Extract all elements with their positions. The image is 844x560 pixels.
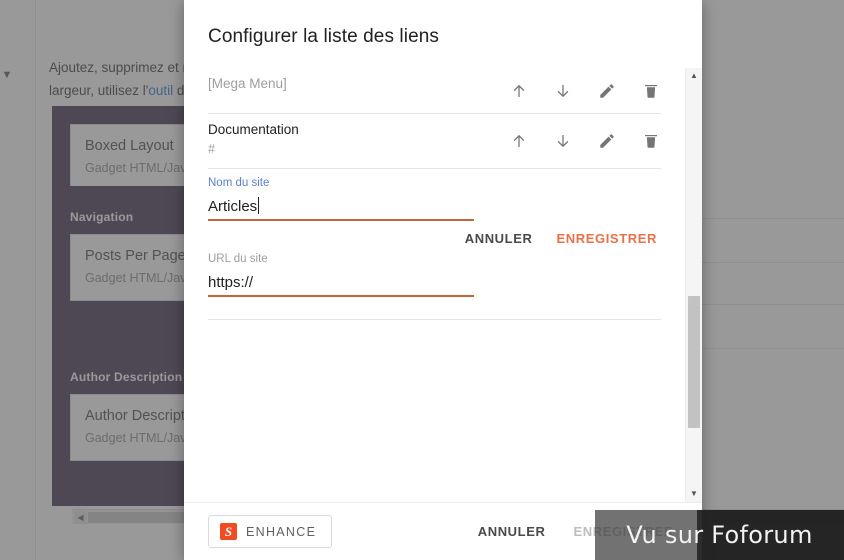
- trash-icon[interactable]: [641, 131, 661, 151]
- watermark: Vu sur Foforum: [595, 510, 844, 560]
- arrow-up-icon[interactable]: [509, 131, 529, 151]
- site-name-field-group: Nom du site Articles: [208, 175, 661, 221]
- scroll-up-arrow-icon[interactable]: ▲: [686, 68, 702, 84]
- scrollbar-thumb[interactable]: [688, 296, 700, 428]
- enhance-button[interactable]: ENHANCE: [208, 515, 333, 548]
- pencil-icon[interactable]: [597, 131, 617, 151]
- link-row[interactable]: [Mega Menu]: [208, 68, 661, 114]
- site-url-input[interactable]: https://: [208, 271, 474, 297]
- dialog-cancel-button[interactable]: ANNULER: [474, 518, 550, 545]
- trash-icon[interactable]: [641, 81, 661, 101]
- text-cursor: [258, 197, 260, 214]
- pencil-icon[interactable]: [597, 81, 617, 101]
- enhance-logo-icon: [220, 523, 237, 540]
- dialog-vertical-scrollbar[interactable]: ▲ ▼: [685, 68, 702, 502]
- enhance-button-label: ENHANCE: [246, 524, 317, 539]
- site-name-value: Articles: [208, 198, 258, 215]
- arrow-down-icon[interactable]: [553, 81, 573, 101]
- form-save-button[interactable]: ENREGISTRER: [552, 225, 661, 252]
- site-url-field-group: URL du site https://: [208, 251, 661, 297]
- arrow-up-icon[interactable]: [509, 81, 529, 101]
- site-name-label: Nom du site: [208, 177, 270, 189]
- dialog-body: [Mega Menu] Documentation # Nom du site …: [184, 68, 702, 502]
- site-url-value: https://: [208, 274, 254, 291]
- arrow-down-icon[interactable]: [553, 131, 573, 151]
- form-inline-actions: ANNULER ENREGISTRER: [461, 225, 661, 252]
- form-divider: [208, 319, 661, 320]
- link-row-actions: [509, 131, 661, 151]
- watermark-text: Vu sur Foforum: [626, 521, 813, 549]
- scroll-down-arrow-icon[interactable]: ▼: [686, 486, 702, 502]
- configure-link-list-dialog: Configurer la liste des liens [Mega Menu…: [184, 0, 702, 560]
- form-cancel-button[interactable]: ANNULER: [461, 225, 537, 252]
- site-url-label: URL du site: [208, 253, 268, 265]
- dialog-scroll-area: [Mega Menu] Documentation # Nom du site …: [184, 68, 685, 502]
- site-name-input[interactable]: Articles: [208, 195, 474, 221]
- dialog-title: Configurer la liste des liens: [208, 26, 440, 47]
- link-row[interactable]: Documentation #: [208, 114, 661, 169]
- link-edit-form: Nom du site Articles URL du site https:/…: [208, 169, 661, 320]
- link-row-actions: [509, 81, 661, 101]
